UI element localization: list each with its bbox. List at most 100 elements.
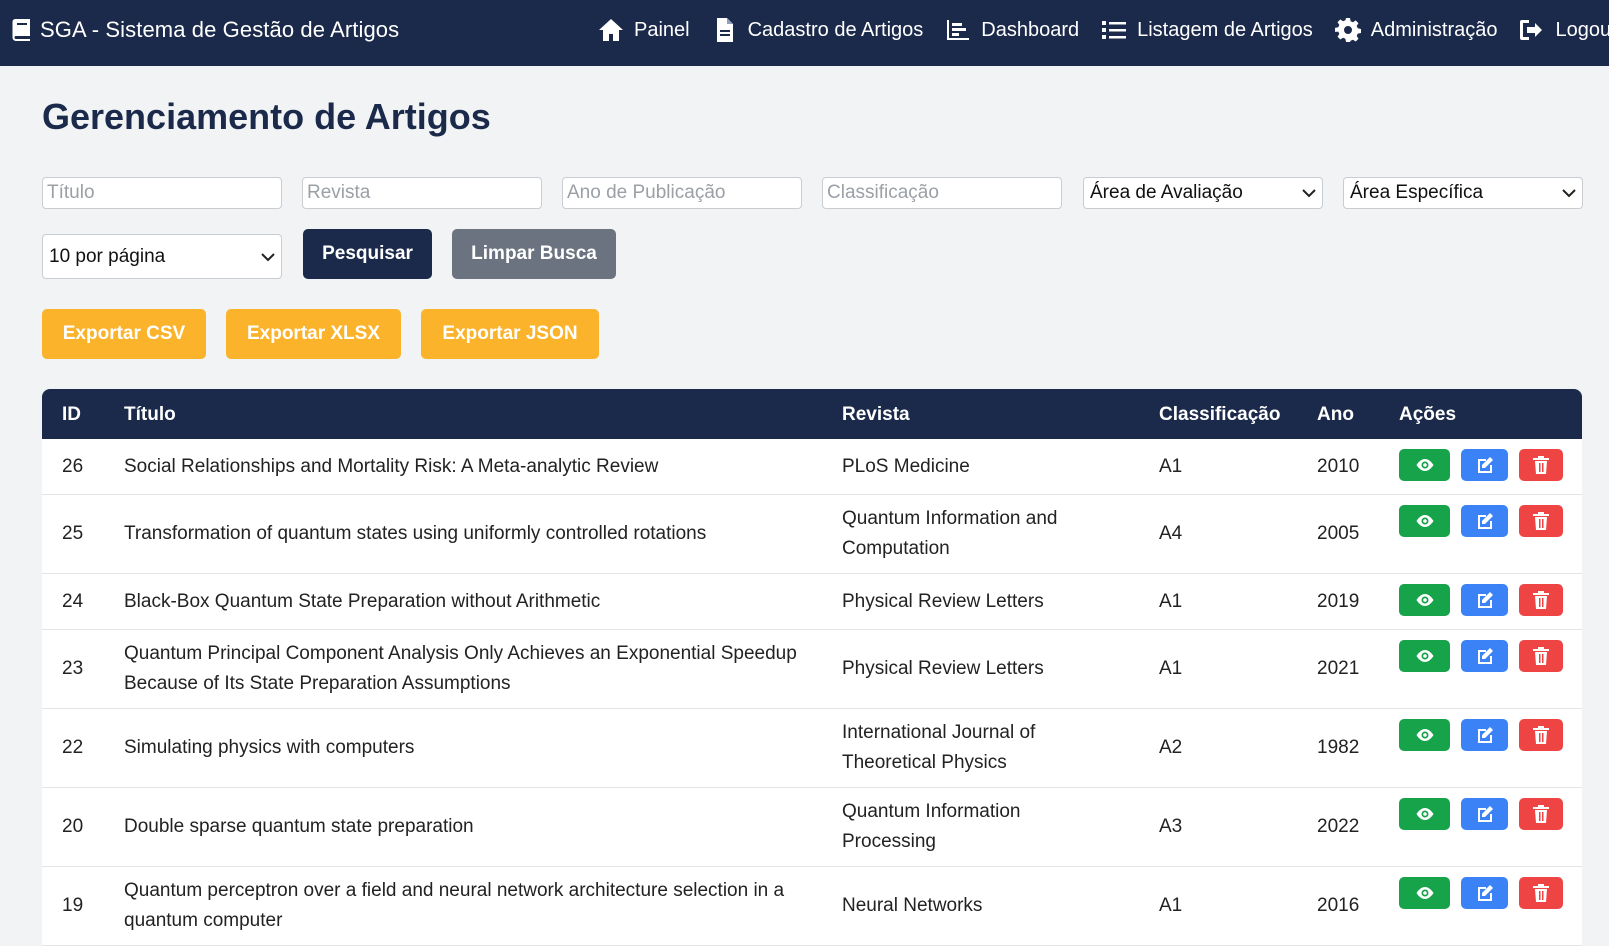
edit-button[interactable]	[1461, 798, 1508, 830]
eye-icon	[1416, 594, 1433, 606]
edit-button[interactable]	[1461, 505, 1508, 537]
search-button[interactable]: Pesquisar	[303, 229, 432, 279]
specific-area-select[interactable]: Área Específica	[1343, 177, 1583, 209]
trash-icon	[1533, 456, 1549, 474]
view-button[interactable]	[1399, 505, 1450, 537]
table-row: 24 Black-Box Quantum State Preparation w…	[42, 574, 1582, 630]
nav-item-cadastro[interactable]: Cadastro de Artigos	[712, 18, 923, 42]
edit-icon	[1477, 592, 1493, 608]
table-row: 19 Quantum perceptron over a field and n…	[42, 867, 1582, 946]
row-actions	[1399, 505, 1563, 537]
view-button[interactable]	[1399, 640, 1450, 672]
year-filter-input[interactable]	[562, 177, 802, 209]
cell-classification: A1	[1159, 658, 1183, 679]
cell-id: 19	[62, 895, 84, 916]
table-header: ID Título Revista Classificação Ano Açõe…	[42, 389, 1582, 439]
row-actions	[1399, 877, 1563, 909]
per-page-value: 10 por página	[49, 245, 166, 267]
eye-icon	[1416, 459, 1433, 471]
cell-title: Transformation of quantum states using u…	[124, 523, 707, 544]
nav-label: Dashboard	[981, 18, 1080, 41]
cell-id: 23	[62, 658, 84, 679]
chart-icon	[947, 20, 970, 40]
view-button[interactable]	[1399, 584, 1450, 616]
view-button[interactable]	[1399, 719, 1450, 751]
edit-button[interactable]	[1461, 877, 1508, 909]
cell-classification: A4	[1159, 523, 1183, 544]
cell-journal: Quantum Information Processing	[842, 801, 1021, 852]
clear-search-button[interactable]: Limpar Busca	[452, 229, 616, 279]
cell-title: Quantum Principal Component Analysis Onl…	[124, 643, 797, 694]
nav-item-listagem[interactable]: Listagem de Artigos	[1101, 18, 1313, 42]
cell-title: Quantum perceptron over a field and neur…	[124, 880, 785, 931]
cell-journal: International Journal of Theoretical Phy…	[842, 722, 1036, 773]
table-row: 22 Simulating physics with computers Int…	[42, 709, 1582, 788]
cell-classification: A2	[1159, 737, 1183, 758]
eye-icon	[1416, 515, 1433, 527]
nav-item-administracao[interactable]: Administração	[1334, 18, 1498, 42]
edit-icon	[1477, 457, 1493, 473]
chevron-down-icon	[261, 252, 275, 261]
evaluation-area-select[interactable]: Área de Avaliação	[1083, 177, 1323, 209]
delete-button[interactable]	[1519, 584, 1563, 616]
nav-label: Listagem de Artigos	[1137, 18, 1313, 41]
edit-button[interactable]	[1461, 449, 1508, 481]
table-row: 26 Social Relationships and Mortality Ri…	[42, 439, 1582, 495]
journal-filter-input[interactable]	[302, 177, 542, 209]
row-actions	[1399, 719, 1563, 751]
cell-year: 2021	[1317, 658, 1360, 679]
per-page-select[interactable]: 10 por página	[42, 234, 282, 279]
brand-title: SGA - Sistema de Gestão de Artigos	[40, 17, 400, 42]
edit-icon	[1477, 806, 1493, 822]
trash-icon	[1533, 884, 1549, 902]
edit-icon	[1477, 885, 1493, 901]
row-actions	[1399, 584, 1563, 616]
cell-classification: A1	[1159, 590, 1183, 612]
view-button[interactable]	[1399, 449, 1450, 481]
page-title: Gerenciamento de Artigos	[42, 96, 491, 137]
nav-label: Administração	[1370, 18, 1498, 41]
row-actions	[1399, 449, 1563, 481]
delete-button[interactable]	[1519, 877, 1563, 909]
eye-icon	[1416, 729, 1433, 741]
nav-item-painel[interactable]: Painel	[598, 18, 690, 42]
delete-button[interactable]	[1519, 640, 1563, 672]
book-icon	[12, 19, 31, 41]
classification-filter-input[interactable]	[822, 177, 1062, 209]
header-actions: Ações	[1399, 404, 1457, 425]
trash-icon	[1533, 512, 1549, 530]
cell-year: 2005	[1317, 523, 1360, 544]
table-row: 20 Double sparse quantum state preparati…	[42, 788, 1582, 867]
edit-button[interactable]	[1461, 584, 1508, 616]
view-button[interactable]	[1399, 877, 1450, 909]
top-navbar: SGA - Sistema de Gestão de Artigos Paine…	[0, 0, 1609, 66]
delete-button[interactable]	[1519, 505, 1563, 537]
header-classification: Classificação	[1159, 404, 1281, 425]
export-csv-button[interactable]: Exportar CSV	[42, 309, 206, 359]
logout-icon	[1520, 20, 1543, 40]
nav-item-dashboard[interactable]: Dashboard	[945, 18, 1079, 42]
edit-button[interactable]	[1461, 719, 1508, 751]
edit-button[interactable]	[1461, 640, 1508, 672]
delete-button[interactable]	[1519, 449, 1563, 481]
cell-journal: Quantum Information and Computation	[842, 508, 1058, 559]
evaluation-area-value: Área de Avaliação	[1090, 182, 1243, 203]
export-json-button[interactable]: Exportar JSON	[421, 309, 599, 359]
cell-year: 1982	[1317, 737, 1360, 758]
edit-icon	[1477, 513, 1493, 529]
cell-id: 22	[62, 737, 84, 758]
delete-button[interactable]	[1519, 719, 1563, 751]
header-journal: Revista	[842, 404, 910, 425]
header-year: Ano	[1317, 404, 1354, 425]
specific-area-value: Área Específica	[1350, 182, 1484, 203]
view-button[interactable]	[1399, 798, 1450, 830]
chevron-down-icon	[1562, 189, 1576, 198]
edit-icon	[1477, 727, 1493, 743]
export-xlsx-button[interactable]: Exportar XLSX	[226, 309, 401, 359]
cell-classification: A1	[1159, 895, 1183, 916]
brand[interactable]: SGA - Sistema de Gestão de Artigos	[12, 0, 399, 60]
title-filter-input[interactable]	[42, 177, 282, 209]
cell-journal: PLoS Medicine	[842, 455, 970, 477]
nav-item-logout[interactable]: Logout	[1519, 18, 1609, 42]
delete-button[interactable]	[1519, 798, 1563, 830]
